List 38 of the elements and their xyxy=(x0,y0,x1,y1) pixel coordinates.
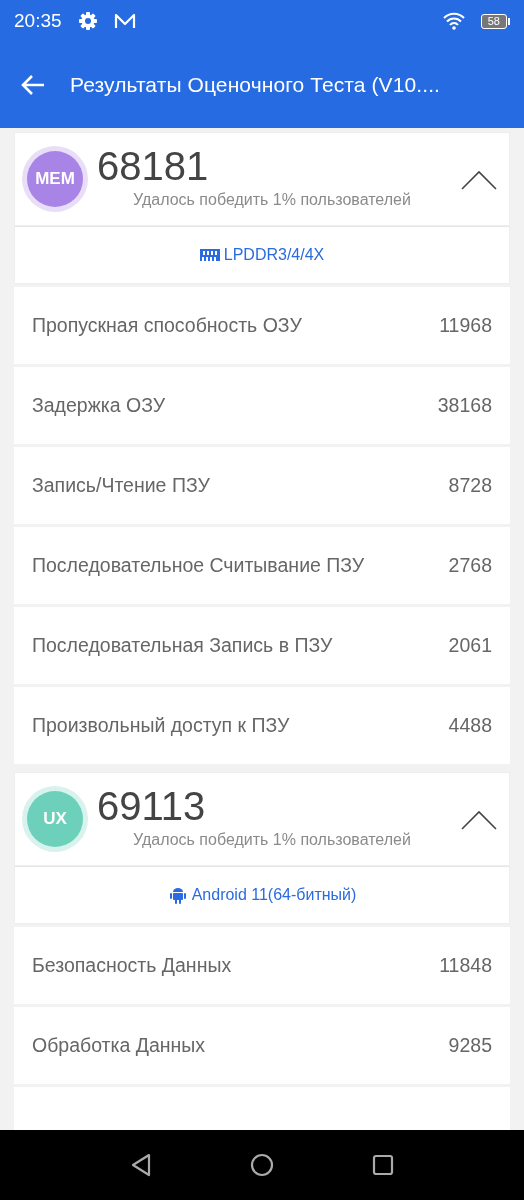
metric-label: Пропускная способность ОЗУ xyxy=(32,312,302,338)
metric-label: Последовательное Считывание ПЗУ xyxy=(32,552,365,578)
metric-label: Обработка Данных xyxy=(32,1032,206,1058)
metric-value: 9285 xyxy=(448,1032,492,1058)
metric-label: Задержка ОЗУ xyxy=(32,392,166,418)
home-nav-icon[interactable] xyxy=(250,1153,274,1177)
metric-label: Безопасность Данных xyxy=(32,952,232,978)
score-value: 69113 xyxy=(97,786,207,826)
metric-value: 2768 xyxy=(448,552,492,578)
status-time: 20:35 xyxy=(14,8,62,33)
rank-text: Удалось победить 1% пользователей xyxy=(133,830,411,850)
wifi-icon xyxy=(442,12,465,30)
rank-text: Удалось победить 1% пользователей xyxy=(133,190,411,210)
device-spec-link[interactable]: Android 11(64-битный) xyxy=(191,883,357,907)
score-badge: MEM xyxy=(27,151,83,207)
collapse-chevron-icon[interactable] xyxy=(461,169,497,191)
memory-chip-icon xyxy=(199,246,220,264)
collapse-chevron-icon[interactable] xyxy=(461,809,497,831)
recents-nav-icon[interactable] xyxy=(372,1154,394,1176)
metric-value: 38168 xyxy=(437,392,492,418)
metric-value: 2061 xyxy=(448,632,492,658)
screen-title: Результаты Оценочного Теста (V10.... xyxy=(70,72,440,99)
metric-value: 11968 xyxy=(439,312,492,338)
metric-value: 11848 xyxy=(439,952,492,978)
score-value: 68181 xyxy=(97,146,210,186)
device-spec-link[interactable]: LPDDR3/4/4X xyxy=(223,243,325,267)
metric-label: Запись/Чтение ПЗУ xyxy=(32,472,210,498)
metric-label: Произвольный доступ к ПЗУ xyxy=(32,712,290,738)
score-badge: UX xyxy=(27,791,83,847)
gear-icon xyxy=(77,11,98,31)
metric-value: 4488 xyxy=(448,712,492,738)
battery-icon: 58 xyxy=(480,13,510,29)
back-nav-icon[interactable] xyxy=(130,1153,152,1177)
mail-icon xyxy=(113,12,136,30)
back-icon[interactable] xyxy=(20,74,46,96)
android-robot-icon xyxy=(167,886,188,904)
metric-label: Последовательная Запись в ПЗУ xyxy=(32,632,333,658)
metric-value: 8728 xyxy=(448,472,492,498)
